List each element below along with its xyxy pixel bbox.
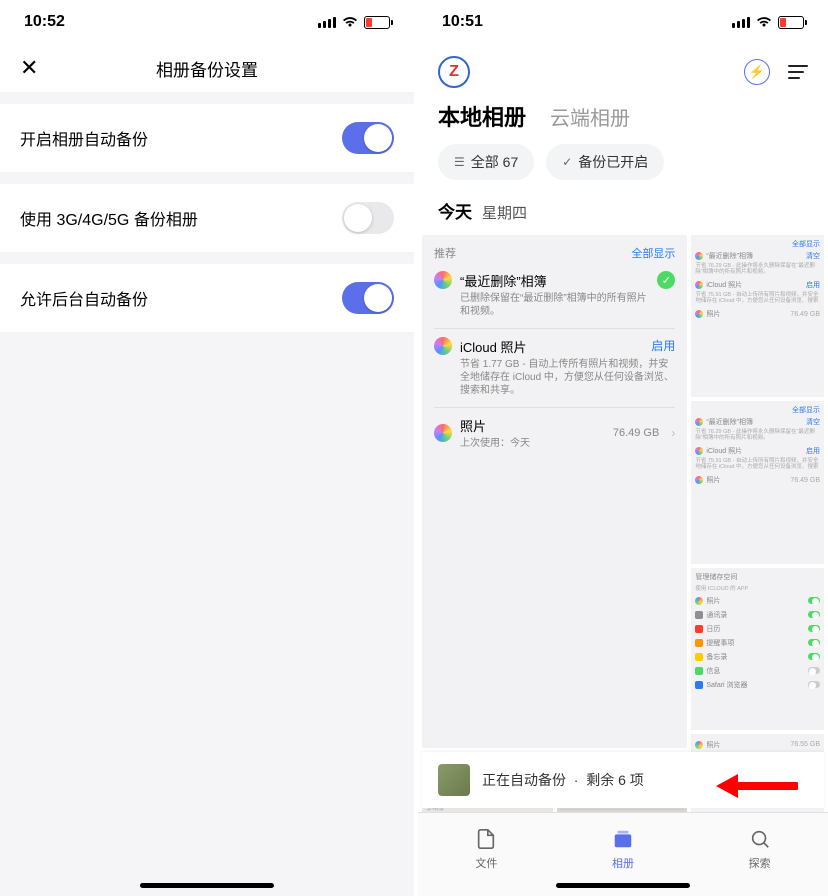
filter-all-label: 全部 67 [471,152,518,172]
thumbnail-recommend-2[interactable]: 全部显示 “最近删除”相簿清空 节省 76.29 GB - 此操作将永久删除保留… [691,401,824,563]
home-indicator[interactable] [140,883,274,888]
page-title: 相册备份设置 [156,56,258,81]
date-header: 今天 星期四 [418,192,828,235]
tab-files-label: 文件 [475,855,497,871]
photos-app-icon [434,337,452,355]
status-icons [318,16,390,29]
thumbnail-icloud-apps[interactable]: 管理储存空间 使用 ICLOUD 的 APP 照片 通讯录 日历 提醒事项 备忘… [691,568,824,730]
photos-size: 76.49 GB [613,427,659,439]
nav-header: ✕ 相册备份设置 [0,44,414,92]
icloud-photos-title: iCloud 照片 [460,337,526,356]
backup-thumbnail [438,764,470,796]
photos-app-icon [434,424,452,442]
close-icon[interactable]: ✕ [20,55,38,81]
backup-progress-bar[interactable]: 正在自动备份 · 剩余 6 项 [422,752,824,808]
settings-screen: 10:52 ✕ 相册备份设置 开启相册自动备份 使用 3G/4G/5G 备份相册… [0,0,414,896]
wifi-icon [342,16,358,28]
battery-icon [778,16,804,29]
signal-icon [318,17,336,28]
setting-cellular-backup: 使用 3G/4G/5G 备份相册 [0,184,414,252]
album-icon [611,827,635,851]
icloud-photos-desc: 节省 1.77 GB - 自动上传所有照片和视频，并安全地储存在 iCloud … [460,358,675,397]
setting-auto-backup: 开启相册自动备份 [0,104,414,172]
search-icon [748,827,772,851]
home-indicator[interactable] [556,883,690,888]
recently-deleted-desc: 已删除保留在“最近删除”相簿中的所有照片和视频。 [460,292,649,318]
setting-label: 开启相册自动备份 [20,126,148,150]
album-screen: 10:51 Z ⚡ 本地相册 云端相册 ☰ 全部 67 ✓ 备份已开启 今天 星… [414,0,828,896]
photos-app-icon [434,271,452,289]
battery-icon [364,16,390,29]
backup-status-button[interactable]: ✓ 备份已开启 [546,144,664,180]
menu-icon[interactable] [788,65,808,79]
wifi-icon [756,16,772,28]
icloud-enable-link: 启用 [651,337,675,356]
tab-files[interactable]: 文件 [418,813,555,896]
thumbnail-settings-panel[interactable]: 推荐 全部显示 “最近删除”相簿 已删除保留在“最近删除”相簿中的所有照片和视频… [422,235,687,748]
backup-status-text: 正在自动备份 · 剩余 6 项 [482,770,644,790]
date-main: 今天 [438,198,472,223]
tab-explore-label: 探索 [749,855,771,871]
file-icon [474,827,498,851]
setting-background-backup: 允许后台自动备份 [0,264,414,332]
tab-album-label: 相册 [612,855,634,871]
check-icon: ✓ [562,155,572,169]
filter-row: ☰ 全部 67 ✓ 备份已开启 [418,144,828,192]
tab-local-album[interactable]: 本地相册 [438,100,526,132]
filter-icon: ☰ [454,155,465,169]
show-all-link: 全部显示 [631,245,675,261]
status-time: 10:51 [442,13,483,31]
status-time: 10:52 [24,13,65,31]
settings-list: 开启相册自动备份 使用 3G/4G/5G 备份相册 允许后台自动备份 [0,92,414,356]
photos-title: 照片 [460,416,530,435]
recently-deleted-title: “最近删除”相簿 [460,271,649,290]
filter-all-button[interactable]: ☰ 全部 67 [438,144,534,180]
status-icons [732,16,804,29]
chevron-right-icon: › [671,426,675,440]
toggle-background-backup[interactable] [342,282,394,314]
thumbnail-recommend-1[interactable]: 全部显示 “最近删除”相簿清空 节省 76.29 GB - 此操作将永久删除保留… [691,235,824,397]
tab-explore[interactable]: 探索 [691,813,828,896]
photos-sub: 上次使用：今天 [460,437,530,450]
flash-icon[interactable]: ⚡ [744,59,770,85]
recommend-label: 推荐 [434,245,456,261]
tab-cloud-album[interactable]: 云端相册 [550,102,630,131]
status-bar: 10:51 [418,0,828,44]
toggle-auto-backup[interactable] [342,122,394,154]
toggle-cellular-backup[interactable] [342,202,394,234]
app-header: Z ⚡ [418,44,828,100]
status-bar: 10:52 [0,0,414,44]
setting-label: 允许后台自动备份 [20,286,148,310]
backup-status-label: 备份已开启 [578,152,648,172]
album-tabs: 本地相册 云端相册 [418,100,828,144]
signal-icon [732,17,750,28]
check-badge-icon: ✓ [657,271,675,289]
setting-label: 使用 3G/4G/5G 备份相册 [20,206,198,230]
date-weekday: 星期四 [482,202,527,223]
app-logo-icon[interactable]: Z [438,56,470,88]
